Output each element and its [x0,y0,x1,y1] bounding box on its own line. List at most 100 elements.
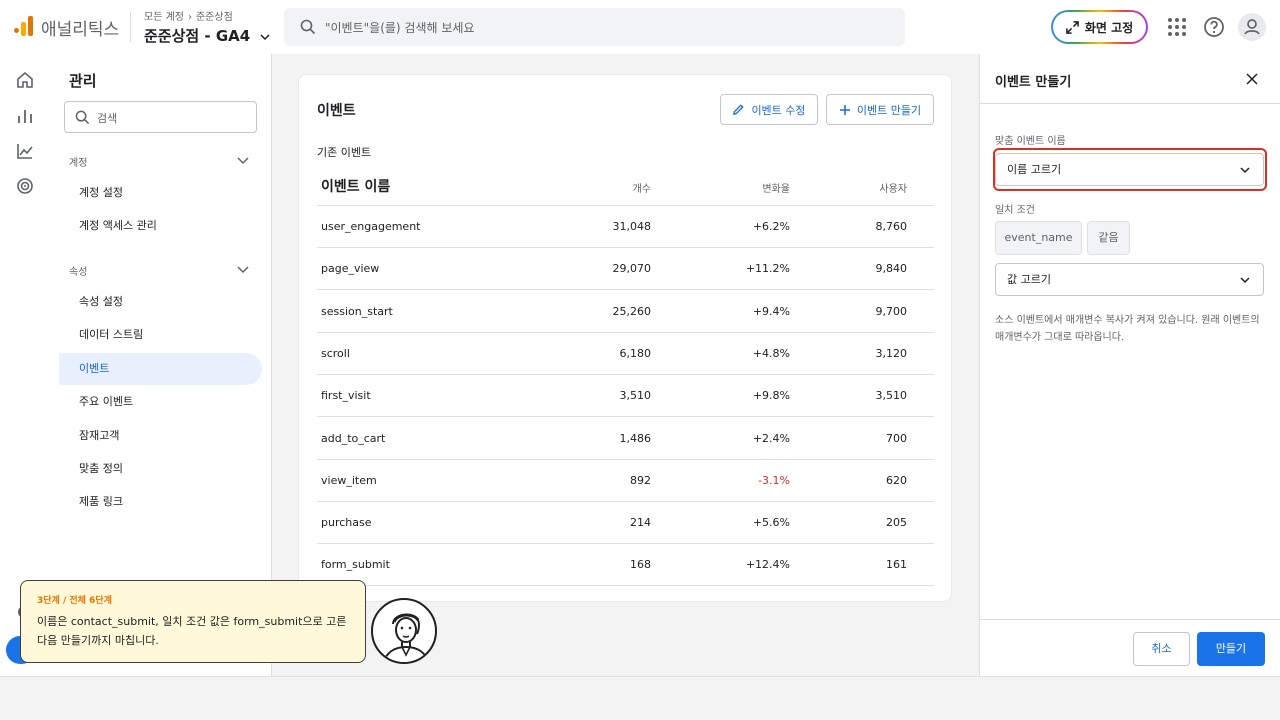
nav-section-account[interactable]: 계정 [69,154,87,169]
guide-avatar-icon [371,598,437,664]
events-title: 이벤트 [317,103,356,119]
property-selector-label: 준준상점 - GA4 [144,27,251,45]
chevron-down-icon [1240,167,1250,174]
bottom-area [0,676,1280,720]
count-cell: 25,260 [612,304,652,318]
pin-screen-button[interactable]: 화면 고정 [1051,10,1148,44]
edit-event-label: 이벤트 수정 [751,103,806,117]
event-name-cell[interactable]: add_to_cart [321,432,385,445]
table-row[interactable]: scroll 6,180 +4.8% 3,120 [317,333,934,375]
event-name-cell[interactable]: page_view [321,262,379,275]
column-count[interactable]: 개수 [631,180,651,195]
column-users[interactable]: 사용자 [876,180,907,195]
tutorial-bubble: 3단계 / 전체 6단계 이름은 contact_submit, 일치 조건 값… [20,580,366,663]
users-cell: 700 [886,431,907,445]
cancel-button[interactable]: 취소 [1133,632,1190,666]
search-icon [75,110,90,125]
table-row[interactable]: add_to_cart 1,486 +2.4% 700 [317,418,934,460]
close-icon[interactable] [1245,72,1259,86]
count-cell: 29,070 [612,262,652,276]
analytics-logo-icon[interactable] [14,16,34,36]
users-cell: 8,760 [875,220,908,233]
nav-item-property-settings[interactable]: 속성 설정 [59,286,262,318]
event-name-cell[interactable]: scroll [321,347,350,360]
breadcrumb[interactable]: 모든 계정 › 준준상점 [144,8,233,23]
table-header: 이벤트 이름 개수 변화율 사용자 [317,169,934,206]
nav-section-property[interactable]: 속성 [69,263,87,278]
change-cell: +4.8% [752,346,790,360]
edit-event-button[interactable]: 이벤트 수정 [720,94,818,125]
breadcrumb-property[interactable]: 준준상점 [196,12,233,23]
search-icon [300,19,316,35]
nav-item-data-streams[interactable]: 데이터 스트림 [59,319,262,351]
nav-item-custom-definitions[interactable]: 맞춤 정의 [59,453,262,485]
nav-item-account-settings[interactable]: 계정 설정 [59,177,262,209]
top-bar: 애널리틱스 모든 계정 › 준준상점 준준상점 - GA4 "이벤트"을(를) 검색… [0,0,1280,54]
nav-item-key-events[interactable]: 주요 이벤트 [59,386,262,418]
event-name-select-value: 이름 고르기 [1007,163,1062,176]
table-row[interactable]: purchase 214 +5.6% 205 [317,502,934,545]
divider [130,12,131,42]
table-row[interactable]: view_item 892 -3.1% 620 [317,460,934,502]
condition-operator-chip: 같음 [1087,221,1130,255]
breadcrumb-account[interactable]: 모든 계정 [144,12,184,23]
tutorial-step: 3단계 / 전체 6단계 [37,596,112,606]
table-row[interactable]: first_visit 3,510 +9.8% 3,510 [317,375,934,418]
event-name-cell[interactable]: purchase [321,516,372,529]
apps-grid-icon[interactable] [1165,15,1189,39]
expand-arrows-icon [1066,20,1079,34]
count-cell: 3,510 [619,389,652,403]
users-cell: 9,840 [875,262,908,276]
app-name[interactable]: 애널리틱스 [41,15,119,40]
change-cell: -3.1% [758,473,790,487]
count-cell: 168 [630,558,651,572]
table-row[interactable]: user_engagement 31,048 +6.2% 8,760 [317,206,934,248]
event-name-cell[interactable]: user_engagement [321,220,420,233]
admin-search-placeholder: 검색 [97,112,118,125]
change-cell: +9.8% [752,389,790,403]
search-placeholder: "이벤트"을(를) 검색해 보세요 [325,21,475,35]
column-event-name[interactable]: 이벤트 이름 [321,176,390,196]
help-icon[interactable] [1202,15,1226,39]
create-event-button[interactable]: 이벤트 만들기 [826,94,934,125]
event-name-cell[interactable]: first_visit [321,389,371,402]
home-icon[interactable] [15,70,35,90]
change-cell: +12.4% [745,558,790,572]
pin-screen-label: 화면 고정 [1084,20,1134,35]
event-name-cell[interactable]: view_item [321,474,377,487]
nav-item-product-links[interactable]: 제품 링크 [59,486,262,518]
advertising-target-icon[interactable] [15,176,35,196]
global-search-input[interactable]: "이벤트"을(를) 검색해 보세요 [284,8,905,46]
change-cell: +11.2% [745,262,790,276]
account-avatar[interactable] [1238,13,1266,41]
reports-bar-chart-icon[interactable] [15,106,35,126]
chevron-down-icon [1240,277,1250,284]
count-cell: 1,486 [619,431,652,445]
table-row[interactable]: session_start 25,260 +9.4% 9,700 [317,291,934,333]
change-cell: +9.4% [752,304,790,318]
column-change[interactable]: 변화율 [757,180,790,195]
panel-divider [980,103,1280,104]
chevron-up-icon[interactable] [236,262,250,276]
event-name-cell[interactable]: session_start [321,305,393,318]
event-name-select[interactable]: 이름 고르기 [995,153,1264,186]
chevron-up-icon[interactable] [236,153,250,167]
pencil-icon [733,104,745,115]
table-row[interactable]: page_view 29,070 +11.2% 9,840 [317,248,934,291]
condition-value-select[interactable]: 값 고르기 [995,263,1264,296]
property-selector[interactable]: 준준상점 - GA4 [144,25,271,46]
table-row[interactable]: form_submit 168 +12.4% 161 [317,544,934,587]
panel-title: 이벤트 만들기 [995,75,1072,90]
nav-item-account-access[interactable]: 계정 액세스 관리 [59,210,262,242]
guide-illustration [382,613,430,662]
explore-line-chart-icon[interactable] [15,141,35,161]
nav-item-events[interactable]: 이벤트 [59,353,262,385]
match-condition-label: 일치 조건 [995,205,1035,216]
condition-value-select-value: 값 고르기 [1007,273,1051,286]
condition-parameter-chip: event_name [995,221,1082,255]
nav-item-audiences[interactable]: 잠재고객 [59,420,262,452]
plus-icon [839,104,850,115]
event-name-cell[interactable]: form_submit [321,558,390,571]
create-button[interactable]: 만들기 [1197,632,1265,666]
admin-search-input[interactable]: 검색 [64,101,257,133]
